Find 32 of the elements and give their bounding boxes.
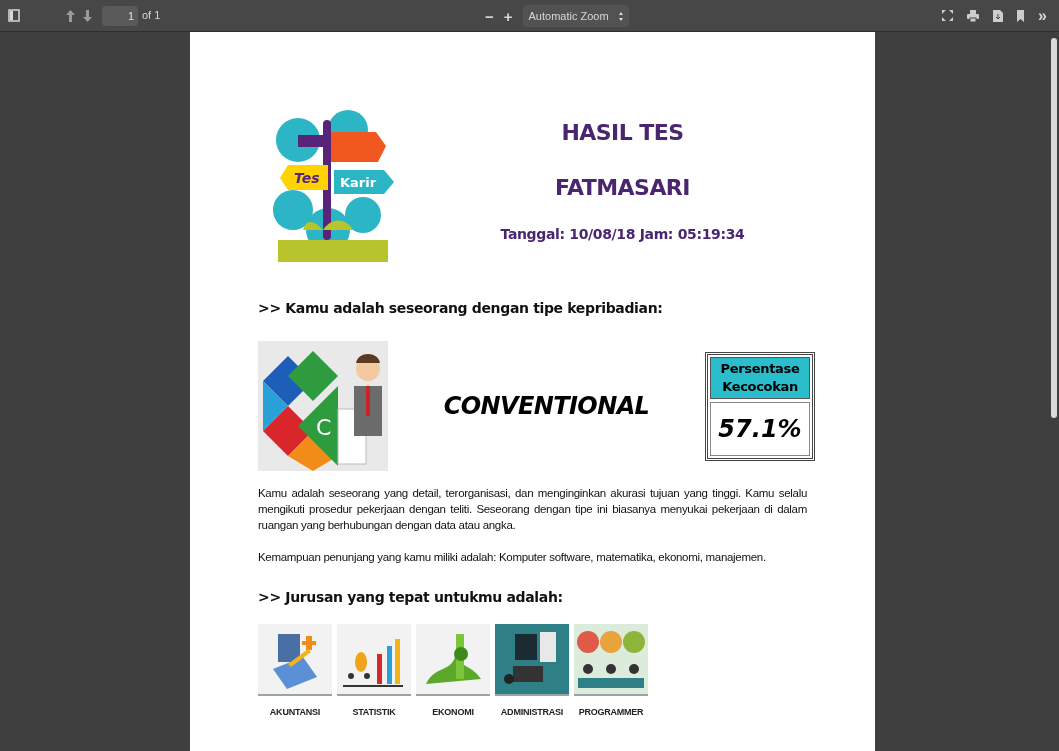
match-value: 57.1% [710, 401, 810, 456]
print-icon[interactable] [967, 9, 980, 22]
match-label: Persentase Kecocokan [710, 356, 810, 399]
page-number-field[interactable]: 1 [102, 5, 138, 26]
description-paragraph: Kemampuan penunjang yang kamu miliki adalah: Komputer software, matematika, ekonomi, manajemen. [258, 550, 767, 565]
zoom-in-button[interactable]: + [503, 8, 513, 24]
description-paragraph: Kamu adalah seseorang yang detail, terorganisasi, dan menginginkan akurasi tujuan yang tinggi. Kamu selalu mengikuti prosedur pekerjaan dengan teliti. Seseorang dengan tipe ini biasanya menyukai pekerjaan di dalam ruangan yang berhubungan dengan data atau angka. [258, 486, 807, 533]
previous-page-icon[interactable] [66, 9, 75, 22]
major-label: PROGRAMMER [578, 706, 644, 719]
fullscreen-icon[interactable] [942, 10, 954, 21]
personality-type: CONVENTIONAL [442, 391, 651, 422]
conventional-type-illustration: C [258, 341, 388, 471]
next-page-icon[interactable] [83, 9, 92, 22]
zoom-select[interactable]: Automatic Zoom [522, 5, 629, 27]
major-label: EKONOMI [432, 706, 474, 719]
person-name: FATMASARI [555, 174, 690, 202]
section-heading: >> Kamu adalah seseorang dengan tipe kepribadian: [258, 299, 664, 318]
scrollbar[interactable] [1051, 38, 1057, 418]
major-label: ADMINISTRASI [500, 706, 564, 719]
section-heading: >> Jurusan yang tepat untukmu adalah: [258, 588, 564, 607]
download-icon[interactable] [993, 9, 1004, 22]
document-title: HASIL TES [561, 119, 684, 147]
zoom-out-button[interactable]: − [485, 8, 494, 24]
major-label: STATISTIK [352, 706, 396, 719]
page-count: of 1 [142, 8, 161, 24]
more-tools-button[interactable]: » [1038, 7, 1047, 24]
career-signpost-logo: Tes Karir [268, 110, 398, 268]
dropdown-arrows-icon [618, 11, 623, 21]
major-label: AKUNTANSI [269, 706, 321, 719]
test-date-time: Tanggal: 10/08/18 Jam: 05:19:34 [500, 225, 745, 244]
sidebar-toggle-icon[interactable] [8, 9, 20, 22]
bookmark-icon[interactable] [1017, 9, 1025, 22]
